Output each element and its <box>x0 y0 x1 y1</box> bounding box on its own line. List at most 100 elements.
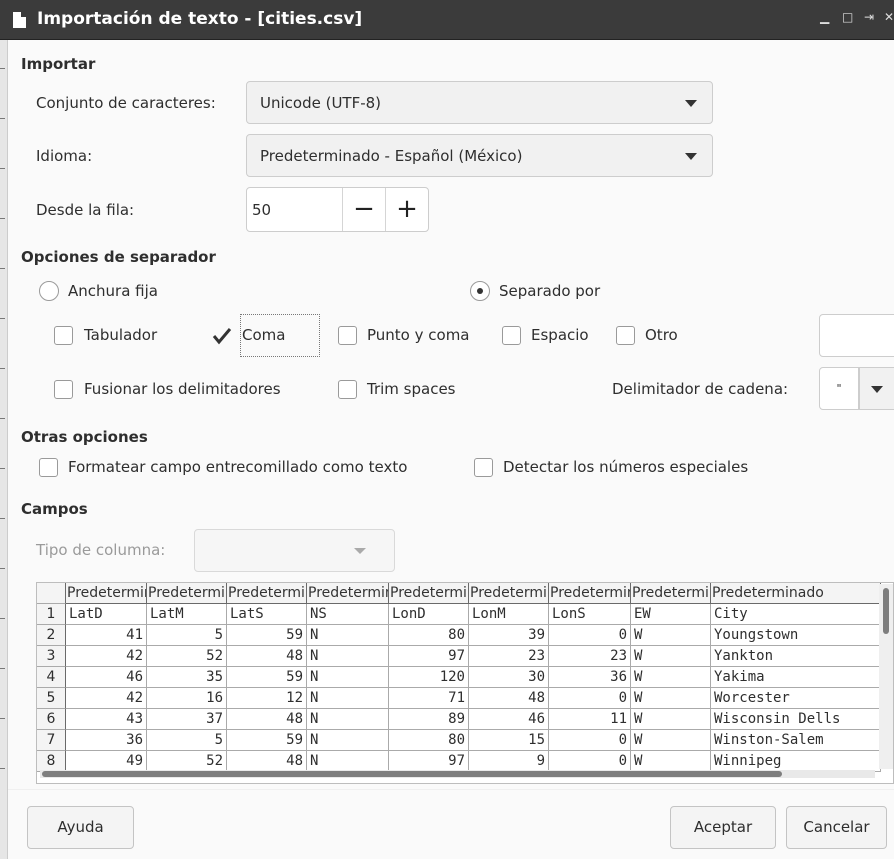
row-number[interactable]: 4 <box>37 667 66 688</box>
maximize-icon[interactable]: □ <box>842 10 853 24</box>
close-icon[interactable]: ✕ <box>884 10 894 24</box>
vertical-scrollbar[interactable] <box>879 584 893 769</box>
semicolon-checkbox[interactable] <box>338 326 357 345</box>
separated-by-radio[interactable] <box>470 281 490 301</box>
space-checkbox[interactable] <box>502 326 521 345</box>
column-header-4[interactable]: Predeterminado <box>307 583 389 604</box>
from-row-input[interactable]: 50 <box>252 201 271 219</box>
table-cell[interactable]: 0 <box>549 730 631 751</box>
other-checkbox[interactable] <box>616 326 635 345</box>
row-number[interactable]: 7 <box>37 730 66 751</box>
scroll-thumb[interactable] <box>42 771 782 777</box>
table-cell[interactable]: 46 <box>469 709 549 730</box>
table-cell[interactable]: 59 <box>227 667 307 688</box>
column-header-1[interactable]: Predeterminado <box>66 583 147 604</box>
table-cell[interactable]: 36 <box>66 730 147 751</box>
table-cell[interactable]: N <box>307 709 389 730</box>
table-cell[interactable]: W <box>631 646 711 667</box>
table-cell[interactable]: Wisconsin Dells <box>711 709 881 730</box>
table-cell[interactable]: 80 <box>389 625 469 646</box>
column-header-9[interactable]: Predeterminado <box>711 583 881 604</box>
table-cell[interactable]: Youngstown <box>711 625 881 646</box>
row-number[interactable]: 1 <box>37 604 66 625</box>
string-delimiter-input[interactable]: " <box>819 367 859 410</box>
row-number[interactable]: 5 <box>37 688 66 709</box>
table-cell[interactable]: 52 <box>147 751 227 772</box>
table-cell[interactable]: W <box>631 751 711 772</box>
trim-spaces-checkbox[interactable] <box>338 380 357 399</box>
table-cell[interactable]: N <box>307 625 389 646</box>
table-cell[interactable]: 97 <box>389 646 469 667</box>
column-header-3[interactable]: Predeterminado <box>227 583 307 604</box>
table-cell[interactable]: 59 <box>227 625 307 646</box>
table-cell[interactable]: Winnipeg <box>711 751 881 772</box>
quoted-as-text-checkbox[interactable] <box>39 458 58 477</box>
language-dropdown[interactable]: Predeterminado - Español (México) <box>246 134 713 177</box>
string-delimiter-dropdown[interactable] <box>859 367 894 410</box>
column-header-5[interactable]: Predeterminado <box>389 583 469 604</box>
table-cell[interactable]: 30 <box>469 667 549 688</box>
help-button[interactable]: Ayuda <box>27 806 134 849</box>
table-cell[interactable]: Yakima <box>711 667 881 688</box>
table-cell[interactable]: Yankton <box>711 646 881 667</box>
table-cell[interactable]: 15 <box>469 730 549 751</box>
special-numbers-checkbox[interactable] <box>474 458 493 477</box>
table-cell[interactable]: LatS <box>227 604 307 625</box>
row-number[interactable]: 6 <box>37 709 66 730</box>
table-cell[interactable]: 36 <box>549 667 631 688</box>
preview-table[interactable]: PredeterminadoPredeterminadoPredetermina… <box>36 582 894 784</box>
table-cell[interactable]: 37 <box>147 709 227 730</box>
table-cell[interactable]: 120 <box>389 667 469 688</box>
table-cell[interactable]: 52 <box>147 646 227 667</box>
table-cell[interactable]: EW <box>631 604 711 625</box>
table-cell[interactable]: N <box>307 751 389 772</box>
table-cell[interactable]: N <box>307 730 389 751</box>
table-cell[interactable]: Winston-Salem <box>711 730 881 751</box>
table-cell[interactable]: 16 <box>147 688 227 709</box>
table-cell[interactable]: LonD <box>389 604 469 625</box>
table-cell[interactable]: 59 <box>227 730 307 751</box>
table-cell[interactable]: 5 <box>147 625 227 646</box>
table-cell[interactable]: 71 <box>389 688 469 709</box>
other-separator-input[interactable] <box>819 314 894 357</box>
table-cell[interactable]: 12 <box>227 688 307 709</box>
table-cell[interactable]: 48 <box>227 709 307 730</box>
table-cell[interactable]: 39 <box>469 625 549 646</box>
title-bar[interactable]: Importación de texto - [cities.csv] ▁ □ … <box>0 0 894 40</box>
table-cell[interactable]: 23 <box>469 646 549 667</box>
increment-button[interactable]: + <box>385 188 428 231</box>
fixed-width-radio[interactable] <box>39 281 59 301</box>
table-cell[interactable]: 35 <box>147 667 227 688</box>
table-cell[interactable]: 42 <box>66 646 147 667</box>
table-cell[interactable]: 80 <box>389 730 469 751</box>
table-cell[interactable]: 23 <box>549 646 631 667</box>
table-cell[interactable]: W <box>631 730 711 751</box>
table-cell[interactable]: 48 <box>469 688 549 709</box>
table-cell[interactable]: 5 <box>147 730 227 751</box>
from-row-stepper[interactable]: 50 − + <box>246 187 429 232</box>
pin-icon[interactable]: ⇥ <box>864 10 874 24</box>
table-cell[interactable]: 97 <box>389 751 469 772</box>
table-cell[interactable]: N <box>307 688 389 709</box>
table-cell[interactable]: 41 <box>66 625 147 646</box>
merge-delimiters-checkbox[interactable] <box>54 380 73 399</box>
table-cell[interactable]: 48 <box>227 751 307 772</box>
charset-dropdown[interactable]: Unicode (UTF-8) <box>246 81 713 124</box>
table-cell[interactable]: 0 <box>549 625 631 646</box>
table-cell[interactable]: LonS <box>549 604 631 625</box>
table-cell[interactable]: LonM <box>469 604 549 625</box>
table-cell[interactable]: 11 <box>549 709 631 730</box>
row-number[interactable]: 3 <box>37 646 66 667</box>
table-cell[interactable]: City <box>711 604 881 625</box>
table-cell[interactable]: W <box>631 625 711 646</box>
cancel-button[interactable]: Cancelar <box>786 806 887 849</box>
table-cell[interactable]: 42 <box>66 688 147 709</box>
table-cell[interactable]: W <box>631 709 711 730</box>
table-cell[interactable]: 43 <box>66 709 147 730</box>
table-cell[interactable]: 0 <box>549 688 631 709</box>
table-cell[interactable]: 0 <box>549 751 631 772</box>
table-cell[interactable]: 48 <box>227 646 307 667</box>
horizontal-scrollbar[interactable] <box>40 770 875 778</box>
column-header-8[interactable]: Predeterminado <box>631 583 711 604</box>
tab-checkbox[interactable] <box>54 326 73 345</box>
